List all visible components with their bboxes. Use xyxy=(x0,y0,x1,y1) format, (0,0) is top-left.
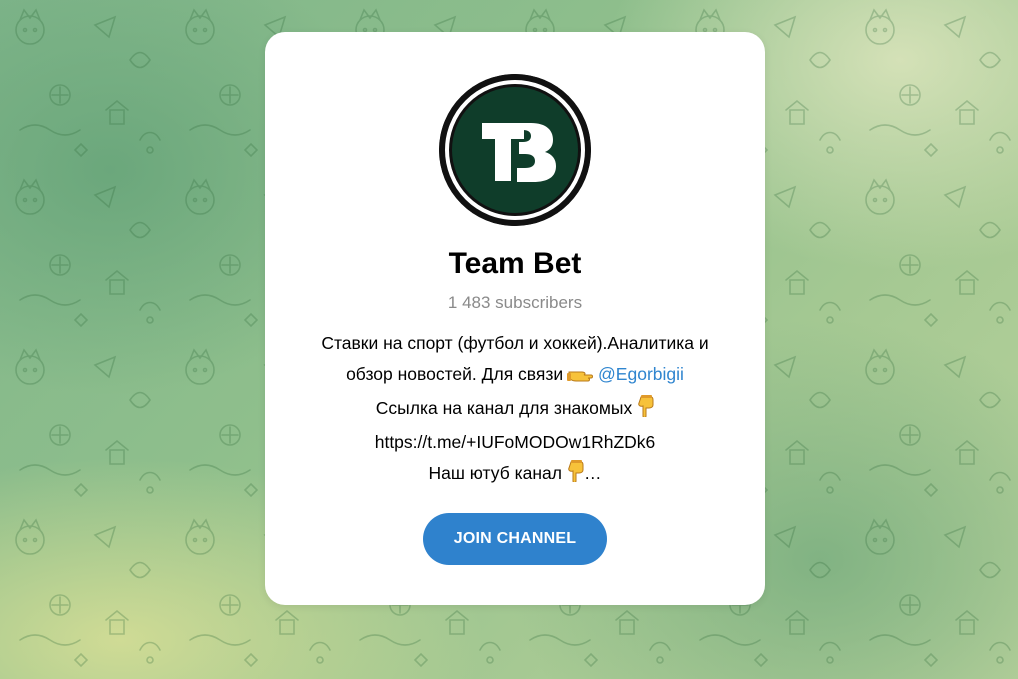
description-line-5-text: Наш ютуб канал xyxy=(428,463,562,483)
description-line-5: Наш ютуб канал … xyxy=(285,458,745,492)
description-line-1: Ставки на спорт (футбол и хоккей).Аналит… xyxy=(321,333,709,353)
channel-title: Team Bet xyxy=(448,247,582,280)
join-channel-button[interactable]: JOIN CHANNEL xyxy=(423,513,607,565)
pointing-right-hand-icon xyxy=(567,362,594,393)
contact-link[interactable]: @Egorbigii xyxy=(598,364,684,384)
description-ellipsis: … xyxy=(583,463,602,483)
description-line-4: https://t.me/+IUFoMODOw1RhZDk6 xyxy=(374,432,656,452)
channel-description: Ставки на спорт (футбол и хоккей).Аналит… xyxy=(285,328,745,492)
description-line-3: Ссылка на канал для знакомых xyxy=(285,393,745,427)
subscriber-count: 1 483 subscribers xyxy=(447,293,583,312)
description-line-2: обзор новостей. Для связи @Egorbigii xyxy=(285,359,745,393)
description-line-2-text: обзор новостей. Для связи xyxy=(346,364,564,384)
pointing-down-hand-icon xyxy=(566,460,584,492)
team-bet-logo-icon xyxy=(439,74,591,226)
description-line-3-text: Ссылка на канал для знакомых xyxy=(375,398,633,418)
channel-avatar xyxy=(439,74,591,226)
channel-card: Team Bet 1 483 subscribers Ставки на спо… xyxy=(265,32,765,605)
pointing-down-hand-icon xyxy=(636,395,654,427)
